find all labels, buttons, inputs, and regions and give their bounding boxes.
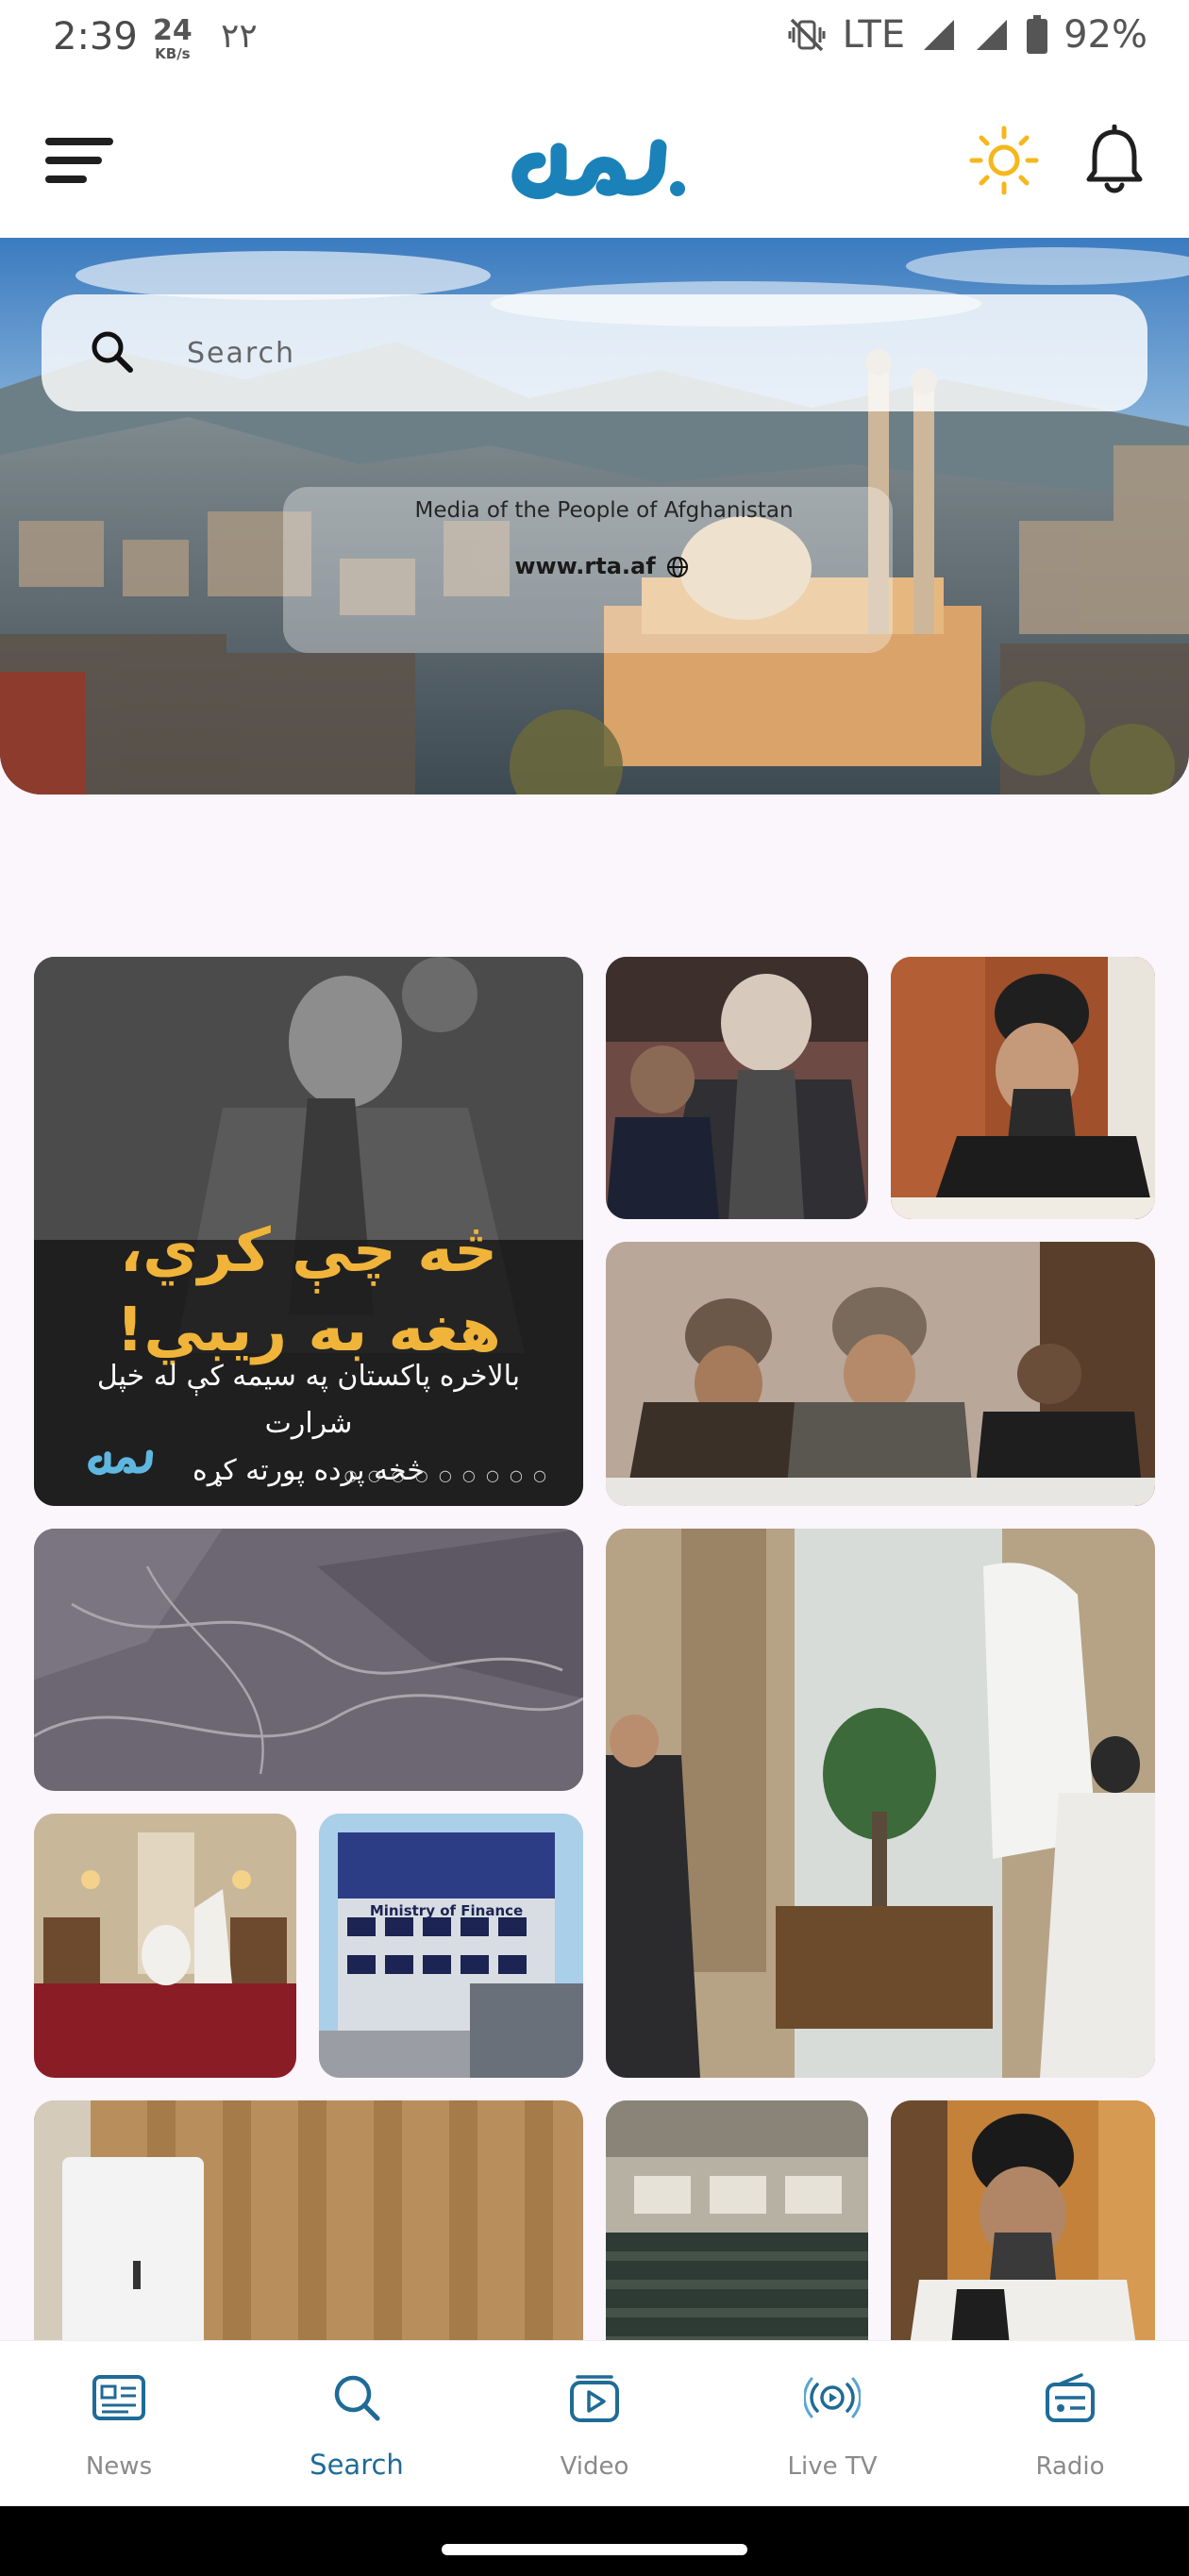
network-type: LTE xyxy=(842,13,906,57)
newspaper-icon xyxy=(92,2375,145,2420)
system-gesture-bar xyxy=(0,2506,1189,2576)
press-conference-image xyxy=(606,1242,1155,1506)
battery-icon xyxy=(1027,15,1048,54)
featured-logo xyxy=(88,1449,154,1476)
network-speed-unit: KB/s xyxy=(155,45,191,62)
nav-news-label: News xyxy=(85,2452,153,2481)
tile-official-portrait[interactable] xyxy=(891,2100,1155,2340)
hero-url-text: www.rta.af xyxy=(514,553,656,579)
ministry-sign: Ministry of Finance xyxy=(369,1902,524,1919)
nav-news[interactable]: News xyxy=(0,2341,238,2507)
social-media-icons: ○ ○ ○ ○ ○ ○ ○ ○ ○ xyxy=(343,1466,549,1484)
curtain-room-image xyxy=(34,2100,583,2340)
featured-subtitle-line1: بالاخره پاکستان په سيمه کې له خپل شرارت xyxy=(96,1360,521,1440)
featured-news-tile[interactable]: څه چې کري، هغه به ريبي! بالاخره پاکستان … xyxy=(34,957,583,1506)
hamburger-menu-icon[interactable] xyxy=(42,132,117,192)
network-speed-value: 24 xyxy=(153,14,193,47)
notification-bell-icon[interactable] xyxy=(1083,125,1146,196)
theme-toggle-sun-icon[interactable] xyxy=(968,125,1040,196)
featured-headline: څه چې کري، هغه به ريبي! xyxy=(34,1212,583,1370)
nav-radio[interactable]: Radio xyxy=(951,2341,1189,2507)
tile-curtain-room[interactable] xyxy=(34,2100,583,2340)
tile-aerial-terrain[interactable] xyxy=(34,1529,583,1791)
tile-press-conference[interactable] xyxy=(606,1242,1155,1506)
tile-ministry-building[interactable]: Ministry of Finance xyxy=(319,1814,583,2078)
ministry-building-image xyxy=(319,1814,583,2078)
nav-live-tv-label: Live TV xyxy=(787,2452,878,2481)
home-gesture-handle[interactable] xyxy=(442,2544,747,2555)
app-logo xyxy=(511,139,685,200)
status-time: 2:39 xyxy=(53,15,138,59)
app-header xyxy=(0,81,1189,238)
bottom-navigation: News Search Video Live TV Radio xyxy=(0,2340,1189,2506)
hero-banner: Media of the People of Afghanistan www.r… xyxy=(0,238,1189,795)
tile-parliament-session[interactable] xyxy=(606,957,868,1219)
assembly-hall-image xyxy=(606,2100,868,2340)
battery-percentage: 92% xyxy=(1063,13,1147,57)
palace-hall-image xyxy=(34,1814,296,2078)
nav-search-label: Search xyxy=(310,2449,404,2481)
live-broadcast-icon xyxy=(804,2377,861,2418)
globe-icon xyxy=(666,557,688,577)
tile-assembly-hall[interactable] xyxy=(606,2100,868,2340)
radio-icon xyxy=(1046,2373,1095,2422)
news-grid: څه چې کري، هغه به ريبي! بالاخره پاکستان … xyxy=(0,953,1189,2340)
nav-video[interactable]: Video xyxy=(476,2341,713,2507)
vibrate-mute-icon xyxy=(788,18,826,52)
search-bar xyxy=(42,294,1147,411)
flag-meeting-room-image xyxy=(606,1529,1155,2078)
official-meeting-image xyxy=(891,957,1155,1219)
aerial-terrain-image xyxy=(34,1529,583,1791)
tile-palace-hall[interactable] xyxy=(34,1814,296,2078)
nav-video-label: Video xyxy=(560,2452,629,2481)
official-portrait-image xyxy=(891,2100,1155,2340)
hero-url: www.rta.af xyxy=(0,553,1189,579)
status-bar: 2:39 24 KB/s ٢٢ LTE 92% xyxy=(0,0,1189,81)
nav-search[interactable]: Search xyxy=(238,2341,476,2507)
search-icon xyxy=(92,331,133,373)
search-icon xyxy=(334,2375,380,2421)
tile-official-meeting[interactable] xyxy=(891,957,1155,1219)
featured-headline-line1: څه چې کري، xyxy=(119,1216,498,1286)
nav-radio-label: Radio xyxy=(1035,2452,1105,2481)
tile-flag-meeting-room[interactable] xyxy=(606,1529,1155,2078)
nav-live-tv[interactable]: Live TV xyxy=(713,2341,951,2507)
parliament-session-image xyxy=(606,957,868,1219)
signal-strength-icon xyxy=(924,20,955,50)
signal-strength-icon-2 xyxy=(977,20,1008,50)
hero-tagline: Media of the People of Afghanistan xyxy=(414,498,794,523)
network-speed: 24 KB/s xyxy=(153,17,193,61)
status-notification-count: ٢٢ xyxy=(221,17,258,56)
video-icon xyxy=(570,2375,619,2422)
status-right-group: LTE 92% xyxy=(786,13,1147,57)
search-input[interactable] xyxy=(187,319,1093,387)
